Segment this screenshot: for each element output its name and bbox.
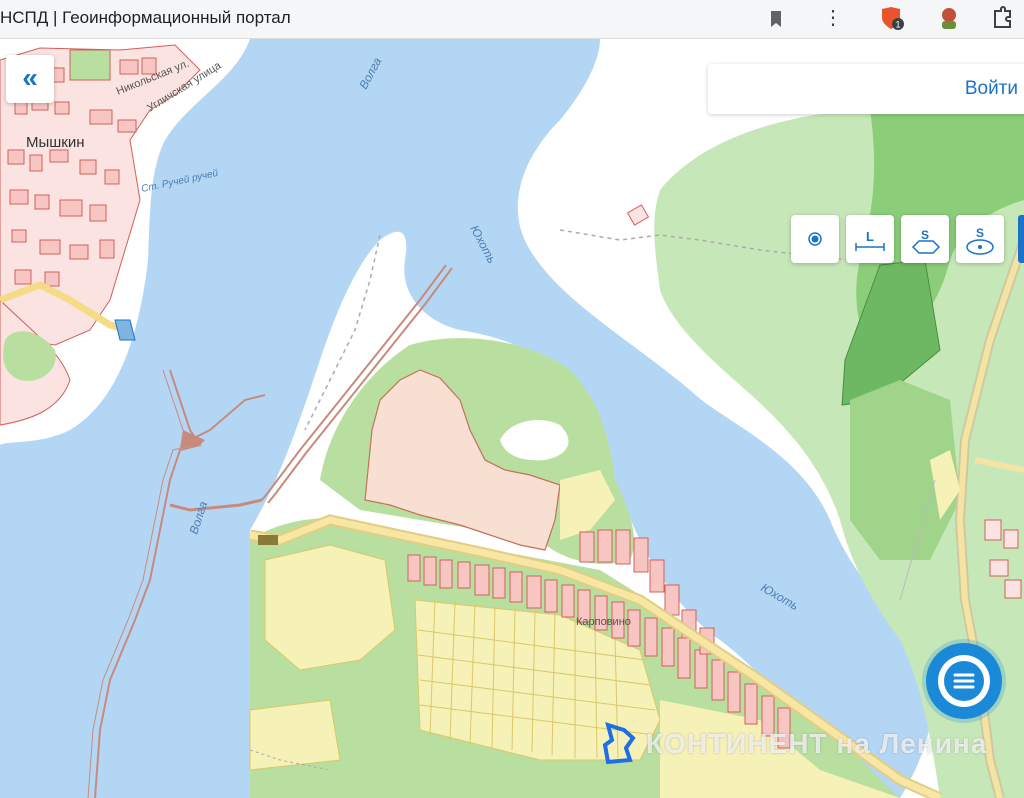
puzzle-extension-icon[interactable]: [990, 5, 1016, 31]
map-svg: Мышкин Никольская ул. Угличская улица Ст…: [0, 39, 1024, 798]
more-menu-icon[interactable]: ⋮: [823, 6, 843, 30]
collapse-panel-button[interactable]: «: [6, 55, 54, 103]
svg-text:L: L: [866, 229, 874, 244]
circle-area-measure-icon: S: [966, 226, 994, 255]
shield-extension-icon[interactable]: 1: [878, 5, 904, 31]
tool-length-button[interactable]: L: [846, 215, 894, 263]
tool-point-button[interactable]: [791, 215, 839, 263]
login-panel: Войти: [708, 64, 1024, 114]
point-measure-icon: [808, 232, 822, 246]
chat-icon: [938, 655, 990, 707]
page-title: НСПД | Геоинформационный портал: [0, 8, 291, 27]
svg-text:S: S: [976, 226, 984, 240]
label-village: Карповино: [576, 616, 631, 628]
label-myshkin: Мышкин: [26, 134, 85, 151]
tool-circle-area-button[interactable]: S: [956, 215, 1004, 263]
length-measure-icon: L: [855, 229, 885, 251]
tool-area-button[interactable]: S: [901, 215, 949, 263]
map-canvas[interactable]: Мышкин Никольская ул. Угличская улица Ст…: [0, 39, 1024, 798]
bookmark-icon[interactable]: [766, 8, 786, 30]
avatar-extension-icon[interactable]: [936, 5, 962, 31]
svg-text:S: S: [921, 228, 929, 242]
watermark-text: КОНТИНЕНТ на Ленина: [646, 728, 988, 759]
chat-button[interactable]: [926, 643, 1002, 719]
browser-toolbar: НСПД | Геоинформационный портал ⋮ 1: [0, 0, 1024, 39]
side-panel-handle[interactable]: [1018, 215, 1024, 263]
svg-text:1: 1: [895, 20, 900, 30]
area-measure-icon: S: [911, 228, 941, 254]
login-button[interactable]: Войти: [965, 78, 1018, 100]
